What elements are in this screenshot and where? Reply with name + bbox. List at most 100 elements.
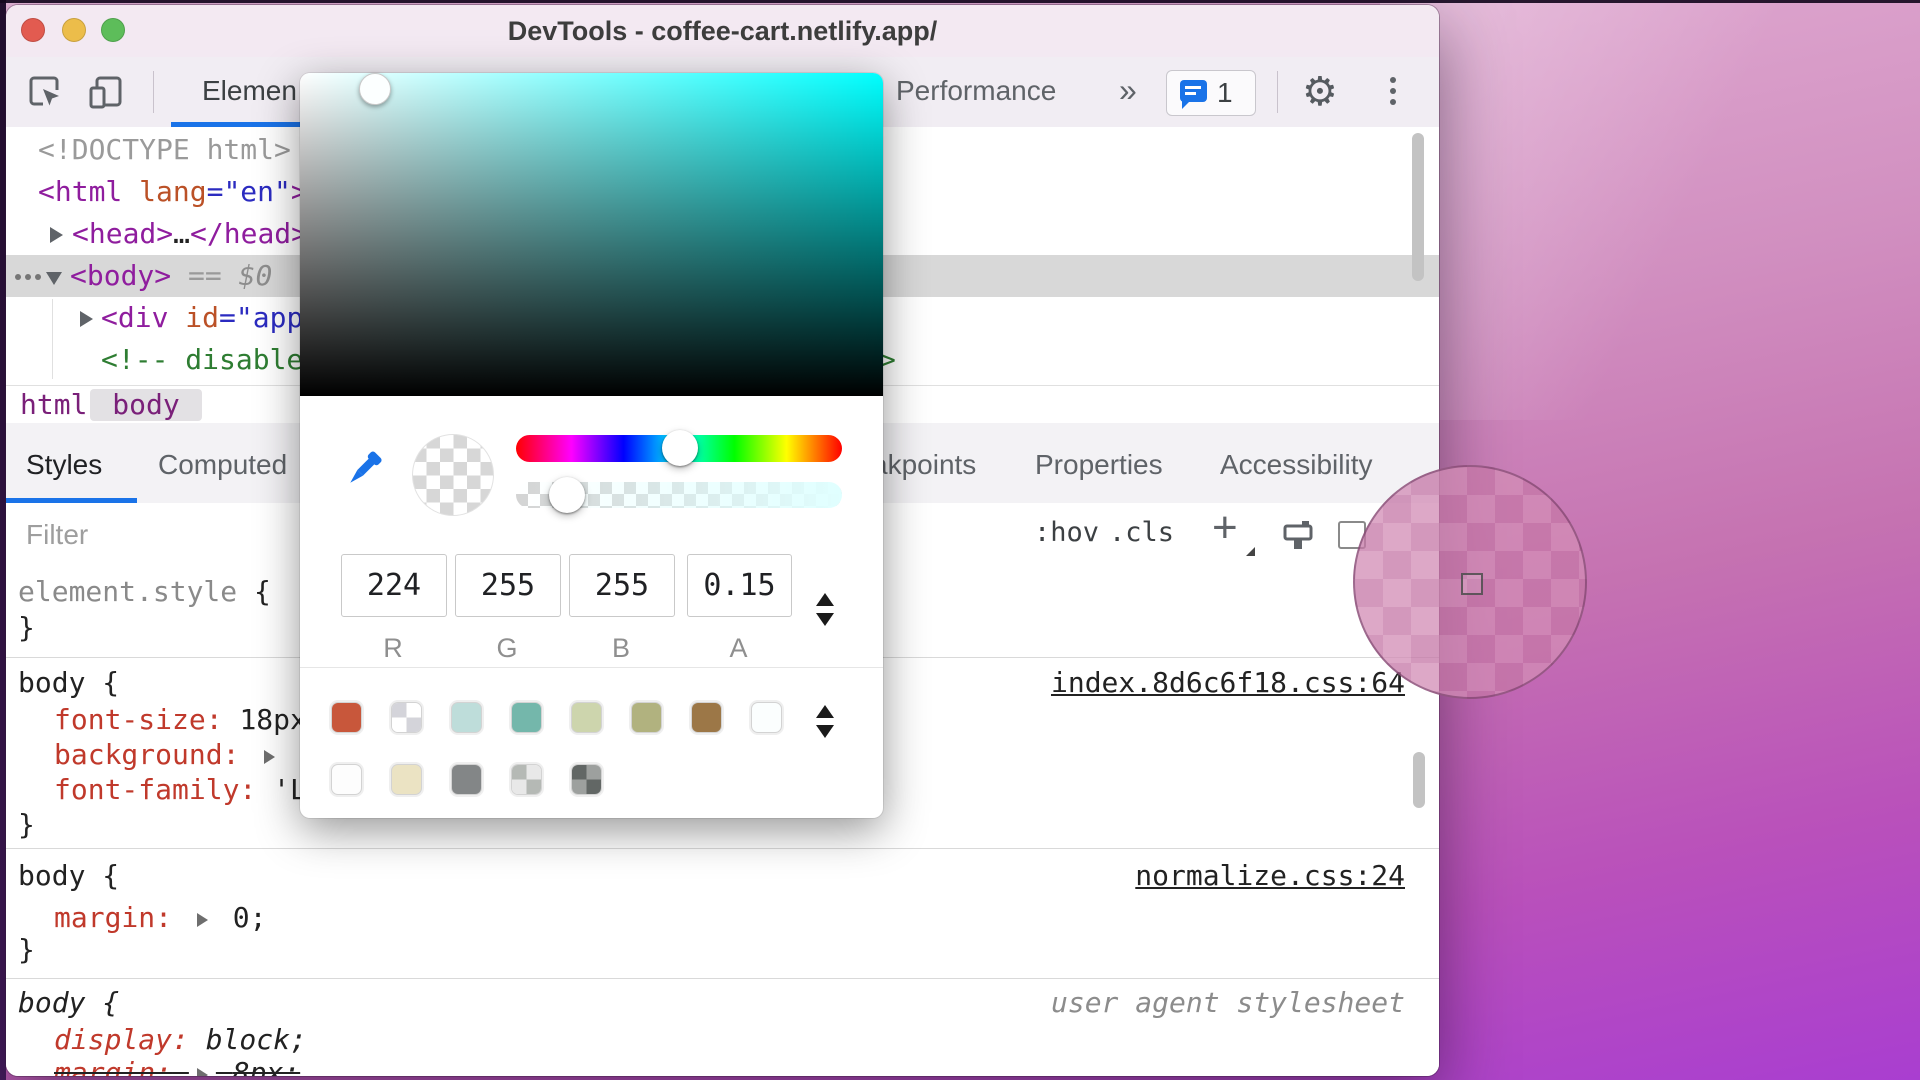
body-tag: <body> xyxy=(70,259,172,292)
alpha-value-input[interactable]: 0.15 xyxy=(687,554,792,617)
styles-scrollbar-thumb[interactable] xyxy=(1413,752,1425,808)
green-value-input[interactable]: 255 xyxy=(455,554,561,617)
close-brace: } xyxy=(18,611,35,644)
paint-brush-icon[interactable] xyxy=(1280,518,1316,554)
rule2-selector[interactable]: body { xyxy=(18,859,119,893)
tab-computed[interactable]: Computed xyxy=(158,449,287,481)
palette-row-1 xyxy=(332,703,781,732)
rule1-prop-font-size[interactable]: font-size: 18px xyxy=(54,703,307,737)
div-tag: <div xyxy=(101,301,169,334)
red-label: R xyxy=(383,633,403,663)
spinner-up-icon[interactable] xyxy=(816,593,834,606)
element-style-selector[interactable]: element.style { xyxy=(18,575,271,609)
palette-row-2 xyxy=(332,765,601,794)
tab-elements[interactable]: Elemen xyxy=(202,75,297,107)
toggle-class-button[interactable]: .cls xyxy=(1109,517,1174,548)
expand-arrow-icon[interactable] xyxy=(80,311,93,327)
property-name: margin: xyxy=(54,901,173,934)
settings-gear-icon[interactable]: ⚙ xyxy=(1302,69,1338,115)
expand-arrow-icon[interactable] xyxy=(264,750,276,764)
spinner-up-icon[interactable] xyxy=(816,705,834,718)
rule2-prop-margin[interactable]: margin: 0; xyxy=(54,901,266,935)
rule1-selector[interactable]: body { xyxy=(18,666,119,700)
palette-swatch[interactable] xyxy=(512,703,541,732)
breadcrumb-item-body[interactable]: body xyxy=(90,389,202,421)
palette-swatch[interactable] xyxy=(392,765,421,794)
more-options-icon[interactable] xyxy=(1390,77,1396,105)
palette-swatch[interactable] xyxy=(452,765,481,794)
breadcrumb-item-html[interactable]: html xyxy=(20,388,87,421)
rule3-selector[interactable]: body { xyxy=(18,986,119,1020)
eyedropper-loupe[interactable] xyxy=(1353,465,1587,699)
rule1-source-link[interactable]: index.8d6c6f18.css:64 xyxy=(1051,666,1405,700)
palette-swatch[interactable] xyxy=(572,703,601,732)
palette-swatch[interactable] xyxy=(692,703,721,732)
loupe-center-pixel xyxy=(1461,573,1483,595)
more-tabs-icon[interactable]: » xyxy=(1119,72,1137,109)
palette-swatch[interactable] xyxy=(332,703,361,732)
html-attr-name: lang xyxy=(122,175,207,208)
elements-scrollbar-thumb[interactable] xyxy=(1412,133,1424,281)
palette-swatch[interactable] xyxy=(512,765,541,794)
inspect-element-icon[interactable] xyxy=(26,73,64,111)
expand-arrow-icon[interactable] xyxy=(196,1068,208,1076)
palette-swatch[interactable] xyxy=(752,703,781,732)
color-picker-popover: 224 255 255 0.15 R G B A xyxy=(300,72,883,818)
tab-breakpoints-fragment[interactable]: akpoints xyxy=(872,449,976,481)
color-format-spinner[interactable] xyxy=(816,593,834,626)
property-name: background: xyxy=(54,738,240,771)
palette-swatch[interactable] xyxy=(332,765,361,794)
palette-swatch[interactable] xyxy=(452,703,481,732)
current-color-swatch[interactable] xyxy=(412,434,494,516)
rule3-source-label: user agent stylesheet xyxy=(1050,986,1405,1019)
expand-arrow-icon[interactable] xyxy=(196,913,208,927)
eyedropper-icon[interactable] xyxy=(340,447,386,493)
window-title: DevTools - coffee-cart.netlify.app/ xyxy=(507,16,938,46)
tab-performance[interactable]: Performance xyxy=(896,75,1056,107)
spinner-down-icon[interactable] xyxy=(816,613,834,626)
rule-divider xyxy=(6,848,1439,849)
new-rule-dropdown-corner xyxy=(1246,547,1255,556)
color-position-indicator[interactable] xyxy=(359,72,392,105)
rule2-source-link[interactable]: normalize.css:24 xyxy=(1135,859,1405,893)
console-messages-button[interactable]: 1 xyxy=(1166,70,1256,116)
property-value: 8px; xyxy=(232,1056,301,1076)
html-attr-value: ="en" xyxy=(206,175,291,208)
rule1-prop-background[interactable]: background: xyxy=(54,738,331,772)
open-brace: { xyxy=(254,575,271,608)
toolbar-separator xyxy=(1277,71,1278,113)
property-name: font-size: xyxy=(54,703,223,736)
tab-properties[interactable]: Properties xyxy=(1035,449,1163,481)
device-toolbar-icon[interactable] xyxy=(87,73,125,111)
rule3-prop-margin-overridden[interactable]: margin: 8px; xyxy=(54,1056,300,1076)
tab-accessibility[interactable]: Accessibility xyxy=(1220,449,1372,481)
palette-swatch[interactable] xyxy=(392,703,421,732)
more-actions-icon[interactable] xyxy=(15,274,41,280)
collapse-arrow-icon[interactable] xyxy=(46,272,62,285)
property-name: margin: xyxy=(54,1056,173,1076)
hue-slider-thumb[interactable] xyxy=(661,430,698,466)
rule1-prop-font-family[interactable]: font-family: 'L xyxy=(54,773,307,807)
saturation-value-gradient[interactable] xyxy=(300,73,883,396)
wallpaper-highlight xyxy=(1380,0,1920,420)
screen-top-edge xyxy=(0,0,1920,3)
close-brace: } xyxy=(18,808,35,841)
title-bar[interactable]: DevTools - coffee-cart.netlify.app/ xyxy=(6,5,1439,58)
blue-value-input[interactable]: 255 xyxy=(569,554,675,617)
rule-divider xyxy=(6,978,1439,979)
spinner-down-icon[interactable] xyxy=(816,725,834,738)
console-message-icon xyxy=(1180,80,1207,109)
expand-arrow-icon[interactable] xyxy=(50,227,63,243)
picker-divider xyxy=(300,667,883,668)
palette-pager-spinner[interactable] xyxy=(816,705,834,738)
tab-styles[interactable]: Styles xyxy=(26,449,102,481)
selector-text: element.style xyxy=(18,575,238,608)
alpha-slider-thumb[interactable] xyxy=(549,477,586,513)
palette-swatch[interactable] xyxy=(632,703,661,732)
new-style-rule-button[interactable]: + xyxy=(1212,503,1238,553)
equals-text: == xyxy=(171,259,239,292)
toggle-hover-state-button[interactable]: :hov xyxy=(1034,517,1099,548)
red-value-input[interactable]: 224 xyxy=(341,554,447,617)
rule3-prop-display[interactable]: display: block; xyxy=(54,1023,307,1057)
palette-swatch[interactable] xyxy=(572,765,601,794)
